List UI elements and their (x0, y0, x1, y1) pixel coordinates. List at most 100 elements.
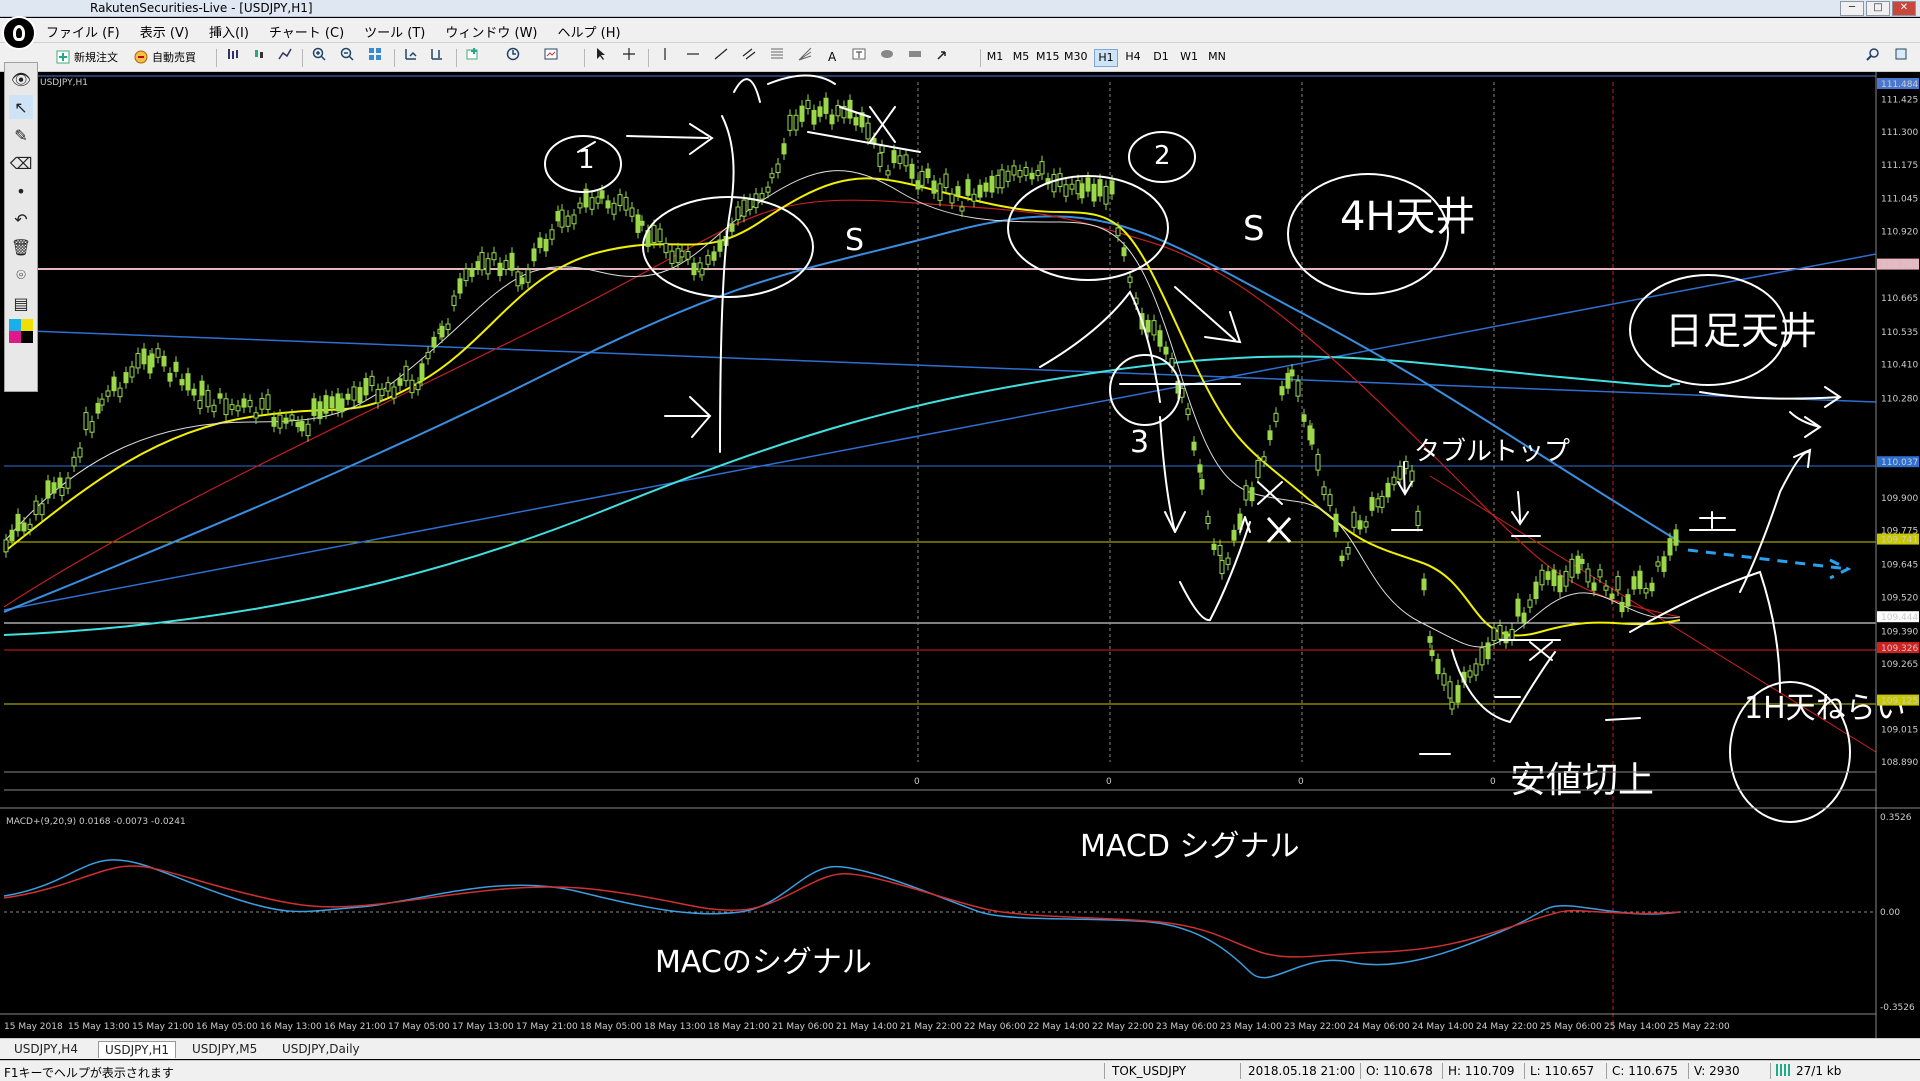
crosshair-icon[interactable] (622, 47, 636, 61)
dot-icon[interactable]: • (9, 179, 33, 203)
tf-m5[interactable]: M5 (1010, 49, 1032, 65)
bar-chart-icon[interactable] (226, 47, 240, 61)
candle (419, 363, 425, 381)
menu-view[interactable]: 表示 (V) (140, 22, 189, 41)
line-chart-icon[interactable] (278, 47, 292, 61)
candle (1255, 460, 1261, 479)
candle (335, 393, 341, 412)
search-icon[interactable] (1866, 47, 1880, 61)
candlestick-icon[interactable] (252, 47, 266, 61)
title-bar: RakutenSecurities-Live - [USDJPY,H1] ─ □… (0, 0, 1920, 17)
new-order-button[interactable]: 新規注文 (56, 47, 118, 67)
eye-icon[interactable]: 👁 (9, 67, 33, 91)
clipboard-icon[interactable]: ▤ (9, 291, 33, 315)
menu-insert[interactable]: 挿入(I) (209, 22, 249, 41)
candle (799, 105, 805, 122)
pen-icon[interactable]: ✎ (9, 123, 33, 147)
zoom-in-icon[interactable] (312, 47, 326, 61)
candle (135, 353, 141, 369)
vertical-line-icon[interactable] (658, 47, 672, 61)
minimize-button[interactable]: ─ (1840, 1, 1864, 16)
tf-h4[interactable]: H4 (1122, 49, 1144, 65)
zoom-out-icon[interactable] (340, 47, 354, 61)
indicators-icon[interactable] (466, 47, 480, 61)
tf-mn[interactable]: MN (1206, 49, 1228, 65)
candle (595, 196, 601, 204)
text-label-icon[interactable] (852, 47, 866, 61)
tf-m1[interactable]: M1 (984, 49, 1006, 65)
connection-icon (1776, 1064, 1790, 1076)
chart-symbol-label: USDJPY,H1 (40, 78, 88, 88)
trash-icon[interactable]: 🗑 (9, 235, 33, 259)
candle (1467, 670, 1473, 678)
candle (299, 421, 305, 432)
chart-area[interactable]: USDJPY,H1 1 2 3 S S 4H天井 日足天井 タブルトップ 安値切… (0, 72, 1920, 1038)
tf-m30[interactable]: M30 (1064, 49, 1088, 65)
cursor-icon[interactable] (594, 47, 608, 61)
time-tick-label: 21 May 06:00 (772, 1022, 834, 1032)
community-icon[interactable] (1894, 47, 1908, 61)
horizontal-line-icon[interactable] (686, 47, 700, 61)
close-button[interactable]: ✕ (1892, 1, 1916, 16)
price-tick-label: 111.300 (1881, 128, 1918, 138)
annotation-mac-signal: MACのシグナル (655, 945, 872, 980)
color-swatch-icon[interactable] (9, 319, 33, 343)
text-tool-icon[interactable]: A (828, 47, 836, 67)
candle (971, 193, 977, 202)
tf-h1[interactable]: H1 (1094, 49, 1118, 67)
menu-help[interactable]: ヘルプ (H) (558, 22, 621, 41)
annotation-higher-low: 安値切上 (1510, 760, 1654, 801)
tab-usdjpy-h4[interactable]: USDJPY,H4 (8, 1041, 84, 1057)
camera-icon[interactable]: ⌾ (9, 263, 33, 287)
tf-w1[interactable]: W1 (1178, 49, 1200, 65)
candle (1575, 555, 1581, 574)
rectangle-icon[interactable] (908, 47, 922, 61)
fibo-fan-icon[interactable] (798, 47, 812, 61)
arrows-icon[interactable] (936, 47, 950, 61)
cursor-tool-icon[interactable]: ↖ (9, 95, 33, 119)
tab-usdjpy-m5[interactable]: USDJPY,M5 (186, 1041, 263, 1057)
templates-icon[interactable] (544, 47, 558, 61)
trendline-icon[interactable] (714, 47, 728, 61)
tab-usdjpy-daily[interactable]: USDJPY,Daily (276, 1041, 366, 1057)
candle (949, 193, 955, 204)
menu-file[interactable]: ファイル (F) (46, 22, 120, 41)
tf-m15[interactable]: M15 (1036, 49, 1060, 65)
annotation-number-3: 3 (1130, 425, 1149, 460)
time-tick-label: 22 May 06:00 (964, 1022, 1026, 1032)
candle (829, 114, 835, 125)
auto-scroll-icon[interactable] (404, 47, 418, 61)
candle (259, 397, 265, 410)
ellipse-icon[interactable] (880, 47, 894, 61)
candle (1261, 456, 1267, 462)
undo-icon[interactable]: ↶ (9, 207, 33, 231)
candle (3, 539, 9, 553)
candle (111, 376, 117, 392)
equidistant-channel-icon[interactable] (742, 47, 756, 61)
menu-bar: ファイル (F) 表示 (V) 挿入(I) チャート (C) ツール (T) ウ… (0, 18, 1920, 43)
tf-d1[interactable]: D1 (1150, 49, 1172, 65)
candle (65, 477, 71, 489)
maximize-button[interactable]: □ (1866, 1, 1890, 16)
candle (59, 487, 65, 496)
price-tick-label: 109.326 (1881, 644, 1918, 654)
menu-tools[interactable]: ツール (T) (364, 22, 425, 41)
candle (817, 106, 823, 117)
candle (787, 114, 793, 131)
candle (1643, 588, 1649, 594)
tab-usdjpy-h1[interactable]: USDJPY,H1 (98, 1041, 176, 1058)
auto-trade-button[interactable]: 自動売買 (134, 47, 196, 67)
periods-icon[interactable] (506, 47, 520, 61)
annotation-macd-signal: MACD シグナル (1080, 829, 1299, 864)
candle (45, 480, 51, 499)
candle (451, 295, 457, 306)
candle (1363, 521, 1369, 528)
menu-chart[interactable]: チャート (C) (269, 22, 344, 41)
fibonacci-icon[interactable] (770, 47, 784, 61)
chart-shift-icon[interactable] (430, 47, 444, 61)
candle (1551, 569, 1557, 587)
menu-window[interactable]: ウィンドウ (W) (445, 22, 537, 41)
eraser-icon[interactable]: ⌫ (9, 151, 33, 175)
tile-windows-icon[interactable] (368, 47, 382, 61)
candle (605, 200, 611, 209)
